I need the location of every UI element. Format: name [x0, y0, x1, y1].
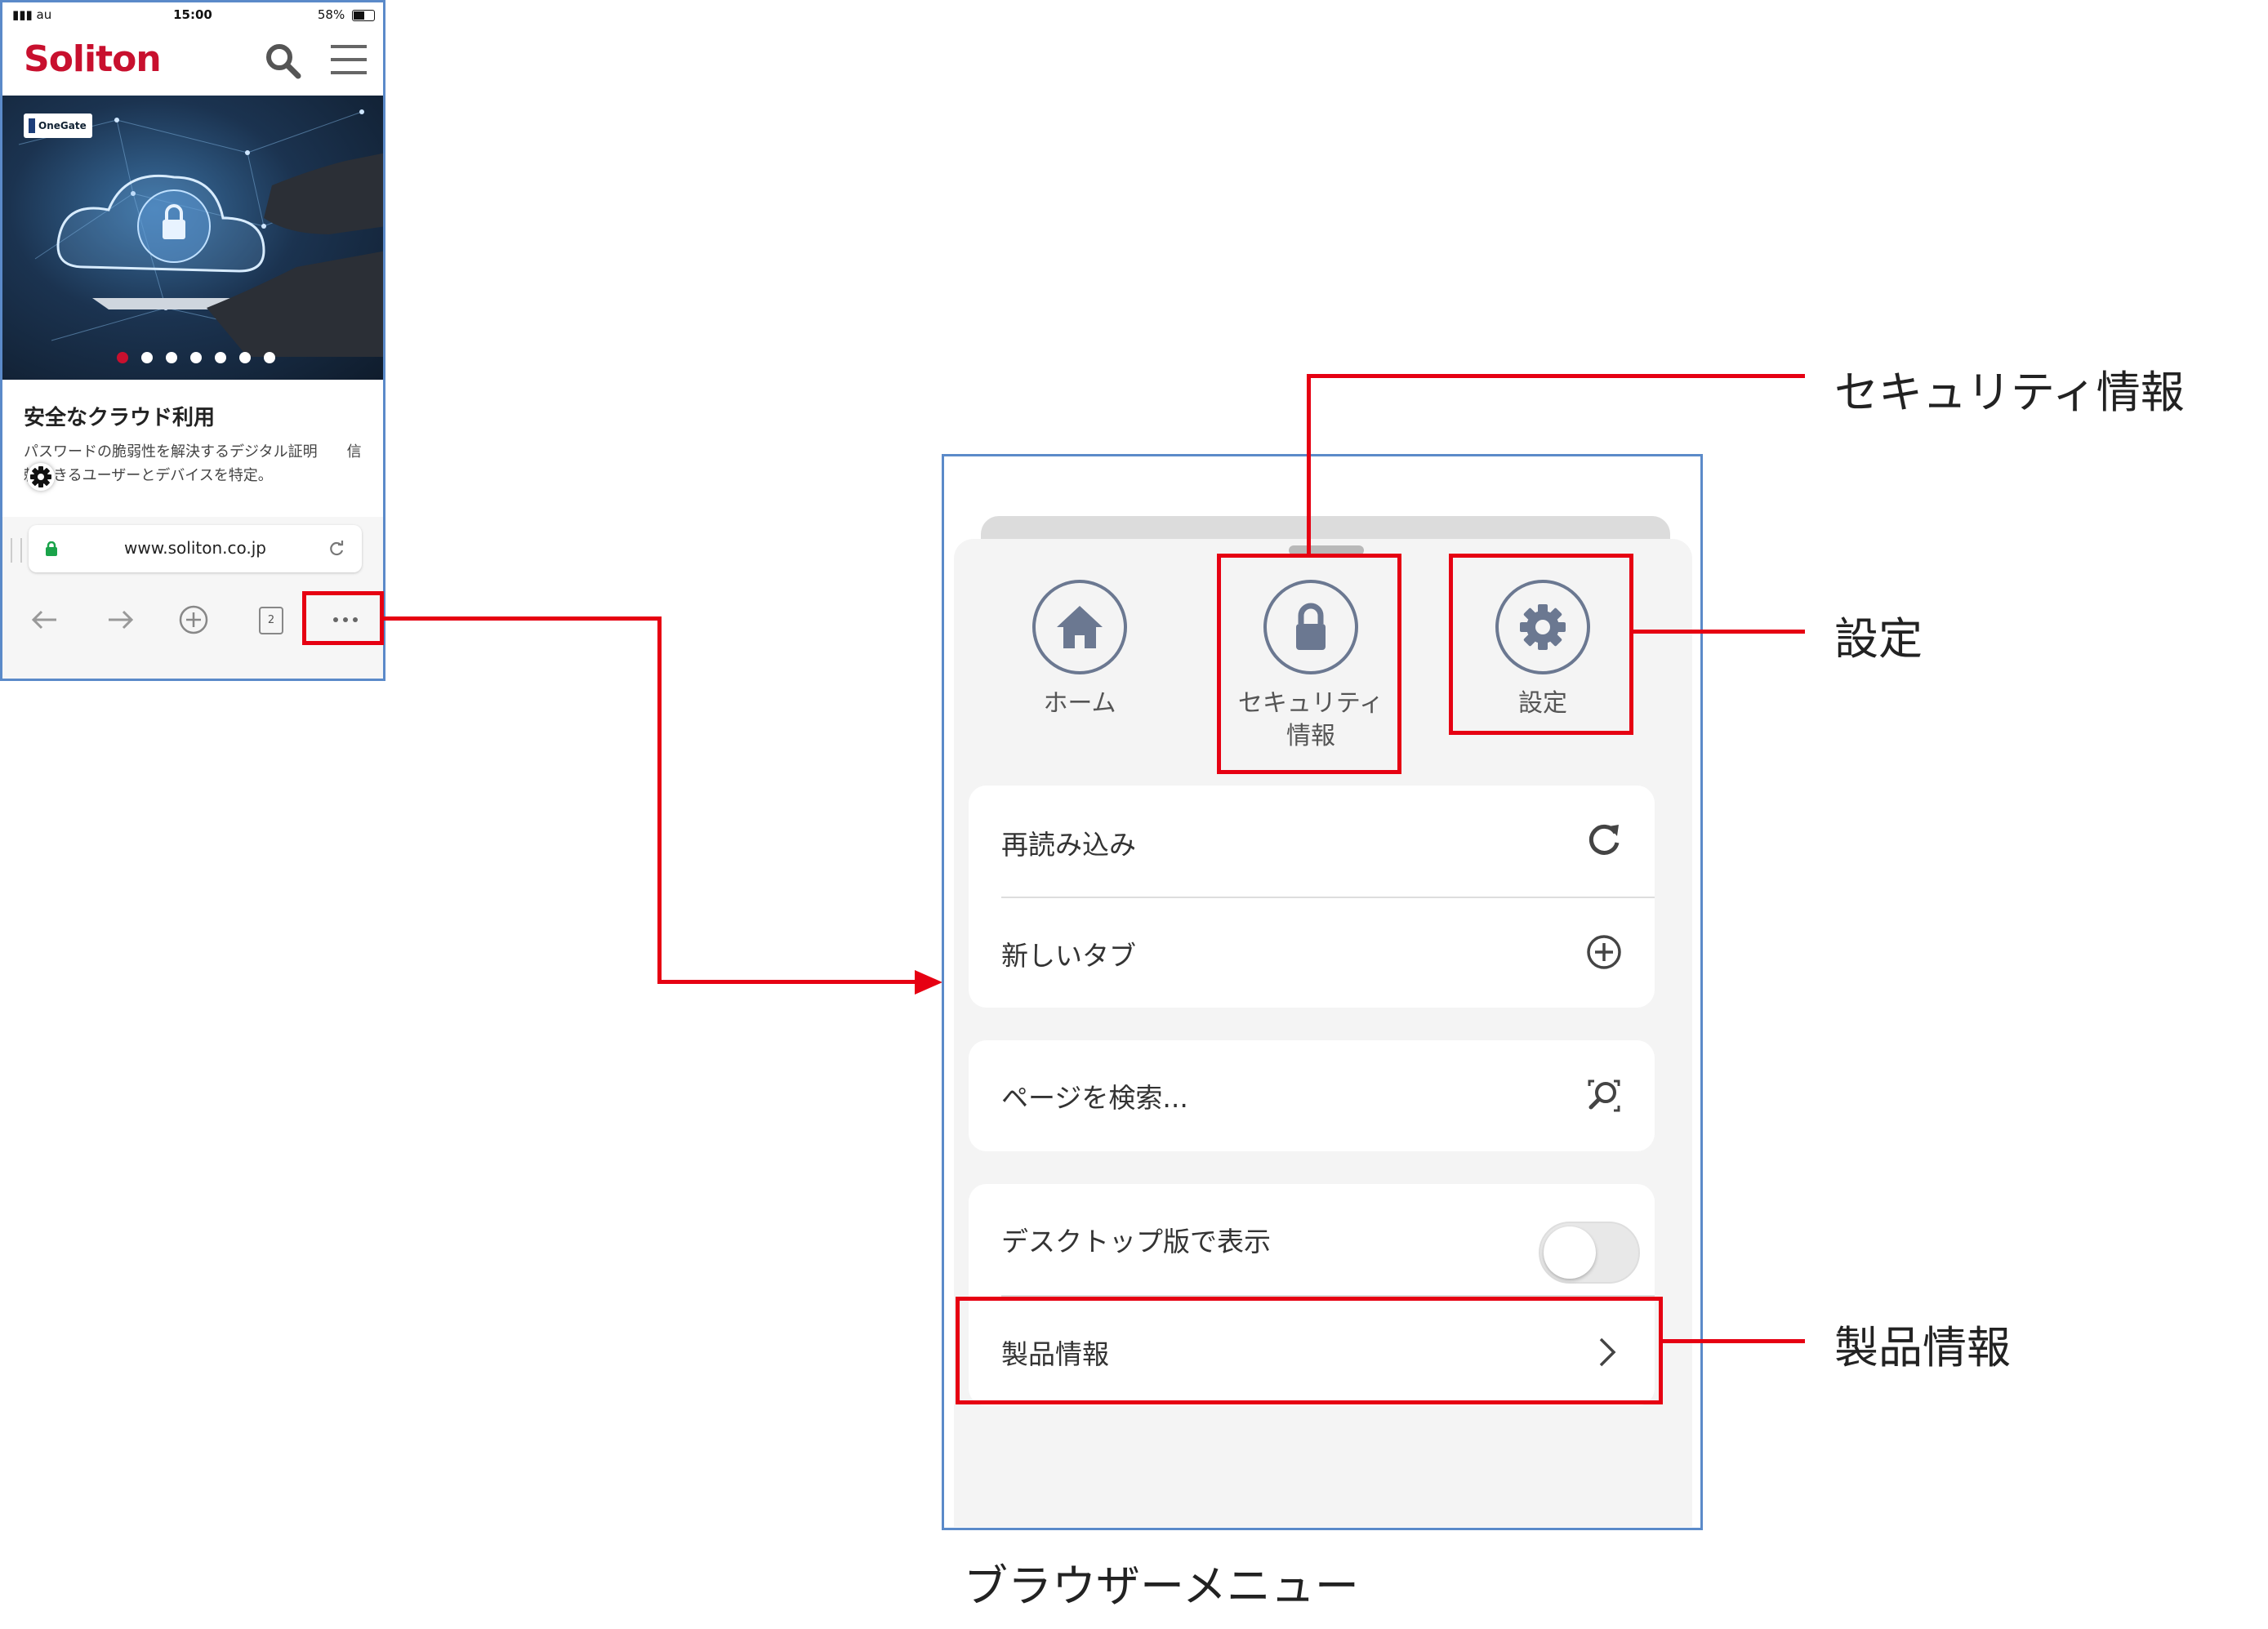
article-text: パスワードの脆弱性を解決するデジタル証明 信頼できるユーザーとデバイスを特定。 — [24, 443, 362, 484]
tabs-button[interactable]: 2 — [252, 602, 288, 638]
battery-icon — [352, 9, 375, 21]
sidebar-handle[interactable] — [11, 538, 22, 563]
carousel-dot[interactable] — [166, 352, 177, 363]
connector-line — [384, 616, 662, 621]
back-arrow-icon[interactable] — [27, 602, 63, 638]
settings-highlight — [1449, 554, 1633, 735]
connector-line — [657, 980, 919, 984]
phone-screenshot: ▮▮▮ au 15:00 58% Soliton OneGate 安全なクラウド… — [0, 0, 385, 681]
desktop-mode-toggle[interactable] — [1539, 1222, 1640, 1284]
product-callout: 製品情報 — [1834, 1322, 2011, 1373]
settings-callout: 設定 — [1834, 613, 1923, 665]
toggle-knob — [1544, 1226, 1596, 1279]
floating-gear-icon[interactable] — [27, 463, 55, 491]
reload-row[interactable]: 再読み込み — [1001, 823, 1136, 862]
battery-percent: 58% — [317, 7, 345, 22]
carousel-dots[interactable] — [2, 352, 383, 368]
callout-line-settings — [1633, 630, 1805, 634]
menu-caption: ブラウザーメニュー — [964, 1560, 1359, 1612]
row-divider — [1001, 897, 1655, 898]
new-tab-row[interactable]: 新しいタブ — [1001, 934, 1136, 973]
url-text[interactable]: www.soliton.co.jp — [56, 538, 334, 558]
soliton-logo[interactable]: Soliton — [24, 38, 162, 80]
reload-icon[interactable] — [1584, 820, 1624, 859]
carousel-dot[interactable] — [190, 352, 202, 363]
security-callout: セキュリティ情報 — [1834, 367, 2185, 418]
carousel-dot[interactable] — [215, 352, 226, 363]
home-label: ホーム — [1043, 689, 1116, 718]
carousel-dot[interactable] — [239, 352, 251, 363]
plus-circle-icon[interactable] — [1584, 932, 1624, 972]
battery-indicator: 58% — [318, 7, 375, 22]
callout-line-security — [1307, 374, 1311, 555]
callout-line-product — [1663, 1339, 1805, 1343]
home-icon — [1057, 606, 1103, 648]
hamburger-menu-icon[interactable] — [331, 42, 368, 79]
callout-line-security — [1307, 374, 1805, 378]
status-bar: ▮▮▮ au 15:00 58% — [2, 2, 383, 30]
onegate-badge: OneGate — [24, 113, 92, 138]
hero-carousel[interactable]: OneGate — [2, 96, 383, 380]
search-icon[interactable] — [264, 42, 301, 79]
carousel-dot[interactable] — [117, 352, 128, 363]
connector-line — [657, 616, 662, 984]
security-highlight — [1217, 554, 1401, 774]
site-header: Soliton — [2, 30, 383, 96]
find-in-page-row[interactable]: ページを検索... — [1001, 1076, 1188, 1115]
product-info-highlight — [956, 1297, 1663, 1404]
find-in-page-icon[interactable] — [1584, 1076, 1624, 1115]
more-button-highlight — [302, 591, 384, 645]
carousel-dot[interactable] — [264, 352, 275, 363]
arrow-head-icon — [915, 970, 942, 995]
desktop-mode-row[interactable]: デスクトップ版で表示 — [1001, 1220, 1271, 1259]
carousel-dot[interactable] — [141, 352, 153, 363]
tab-count: 2 — [259, 607, 283, 634]
home-button[interactable] — [1032, 580, 1127, 674]
new-tab-icon[interactable] — [176, 602, 212, 638]
network-graphic — [18, 109, 383, 357]
reload-icon[interactable] — [328, 540, 345, 558]
forward-arrow-icon[interactable] — [102, 602, 138, 638]
article-title[interactable]: 安全なクラウド利用 — [24, 401, 215, 431]
